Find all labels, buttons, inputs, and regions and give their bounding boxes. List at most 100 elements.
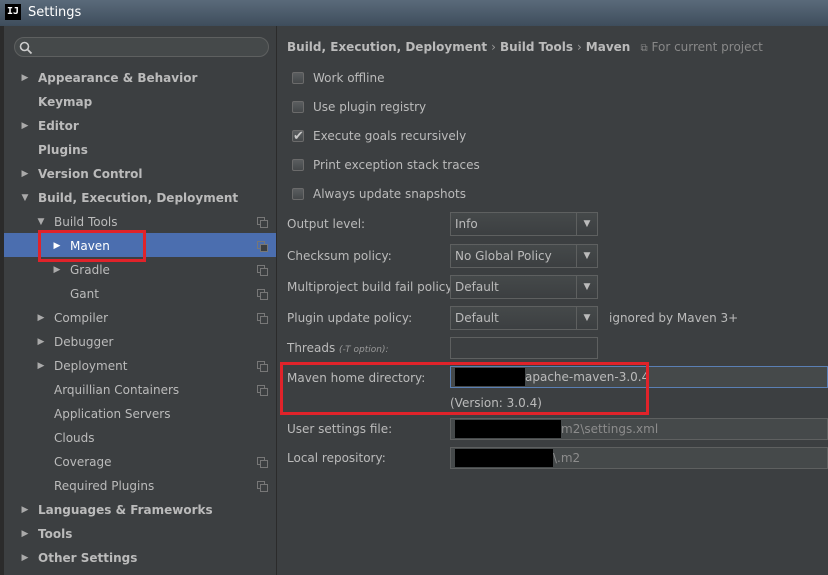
breadcrumb-separator: › bbox=[491, 40, 496, 54]
tree-item-required-plugins[interactable]: Required Plugins bbox=[36, 474, 270, 498]
checkbox-box[interactable]: ✔ bbox=[292, 129, 304, 144]
tree-item-application-servers[interactable]: Application Servers bbox=[36, 402, 270, 426]
chevron-down-icon[interactable]: ▼ bbox=[576, 307, 597, 329]
tree-item-label: Gant bbox=[70, 287, 99, 301]
tree-item-debugger[interactable]: ▶ Debugger bbox=[36, 330, 270, 354]
project-scope-icon bbox=[257, 457, 268, 468]
threads-label-text: Threads bbox=[287, 341, 336, 355]
expand-arrow-icon[interactable]: ▶ bbox=[36, 354, 46, 378]
expand-arrow-icon[interactable]: ▶ bbox=[52, 258, 62, 282]
checkbox-label: Work offline bbox=[313, 71, 385, 85]
tree-item-label: Gradle bbox=[70, 263, 110, 277]
output-level-dropdown[interactable]: Info ▼ bbox=[450, 212, 598, 236]
tree-item-languages-frameworks[interactable]: ▶ Languages & Frameworks bbox=[20, 498, 270, 522]
breadcrumb: Build, Execution, Deployment › Build Tools… bbox=[287, 40, 763, 54]
tree-item-gant[interactable]: Gant bbox=[52, 282, 270, 306]
checksum-policy-dropdown[interactable]: No Global Policy ▼ bbox=[450, 244, 598, 268]
window-title: Settings bbox=[28, 5, 82, 20]
chevron-down-icon[interactable]: ▼ bbox=[576, 245, 597, 267]
expand-arrow-icon[interactable]: ▶ bbox=[20, 162, 30, 186]
expand-arrow-icon[interactable]: ▶ bbox=[36, 306, 46, 330]
breadcrumb-item: Maven bbox=[585, 40, 631, 54]
intellij-app-icon: IJ bbox=[5, 4, 21, 20]
checkbox-label: Execute goals recursively bbox=[313, 129, 467, 143]
user-settings-input[interactable]: m2\settings.xml bbox=[450, 418, 828, 440]
current-project-scope: ⧉ For current project bbox=[641, 40, 763, 54]
tree-item-label: Coverage bbox=[54, 455, 112, 469]
collapse-arrow-icon[interactable]: ▼ bbox=[20, 186, 30, 210]
tree-item-gradle[interactable]: ▶ Gradle bbox=[52, 258, 270, 282]
highlight-box-maven-home bbox=[280, 362, 649, 415]
checkbox-box[interactable] bbox=[292, 159, 304, 171]
project-scope-icon: ⧉ bbox=[640, 43, 648, 54]
pane-divider[interactable] bbox=[276, 26, 277, 575]
project-scope-icon bbox=[257, 385, 268, 396]
project-scope-icon bbox=[257, 265, 268, 276]
tree-item-label: Other Settings bbox=[38, 551, 138, 565]
chevron-down-icon[interactable]: ▼ bbox=[576, 276, 597, 298]
title-bar: IJ Settings bbox=[0, 0, 828, 26]
project-scope-icon bbox=[257, 361, 268, 372]
plugin-update-policy-label: Plugin update policy: bbox=[287, 311, 413, 325]
tree-item-label: Application Servers bbox=[54, 407, 171, 421]
checkbox-label: Always update snapshots bbox=[313, 187, 466, 201]
tree-item-label: Deployment bbox=[54, 359, 128, 373]
expand-arrow-icon[interactable]: ▶ bbox=[20, 522, 30, 546]
dropdown-value: Default bbox=[455, 311, 499, 325]
plugin-update-policy-dropdown[interactable]: Default ▼ bbox=[450, 306, 598, 330]
tree-item-clouds[interactable]: Clouds bbox=[36, 426, 270, 450]
tree-item-label: Debugger bbox=[54, 335, 114, 349]
tree-item-label: Appearance & Behavior bbox=[38, 71, 198, 85]
expand-arrow-icon[interactable]: ▶ bbox=[36, 330, 46, 354]
tree-item-label: Editor bbox=[38, 119, 79, 133]
tree-item-deployment[interactable]: ▶ Deployment bbox=[36, 354, 270, 378]
user-settings-value: m2\settings.xml bbox=[561, 422, 659, 436]
tree-item-version-control[interactable]: ▶ Version Control bbox=[20, 162, 270, 186]
tree-item-tools[interactable]: ▶ Tools bbox=[20, 522, 270, 546]
search-icon bbox=[19, 41, 33, 55]
tree-item-plugins[interactable]: Plugins bbox=[20, 138, 270, 162]
checkbox-box[interactable] bbox=[292, 72, 304, 84]
tree-item-arquillian-containers[interactable]: Arquillian Containers bbox=[36, 378, 270, 402]
local-repository-label: Local repository: bbox=[287, 451, 386, 465]
local-repository-input[interactable]: \.m2 bbox=[450, 447, 828, 469]
checkbox-box[interactable] bbox=[292, 188, 304, 200]
tree-item-other-settings[interactable]: ▶ Other Settings bbox=[20, 546, 270, 570]
expand-arrow-icon[interactable]: ▶ bbox=[20, 114, 30, 138]
tree-item-coverage[interactable]: Coverage bbox=[36, 450, 270, 474]
expand-arrow-icon[interactable]: ▶ bbox=[20, 546, 30, 570]
expand-arrow-icon[interactable]: ▶ bbox=[20, 66, 30, 90]
checkmark-icon: ✔ bbox=[293, 129, 304, 144]
dropdown-value: Info bbox=[455, 217, 478, 231]
tree-item-label: Build, Execution, Deployment bbox=[38, 191, 239, 205]
tree-item-label: Languages & Frameworks bbox=[38, 503, 213, 517]
chevron-down-icon[interactable]: ▼ bbox=[576, 213, 597, 235]
tree-item-compiler[interactable]: ▶ Compiler bbox=[36, 306, 270, 330]
threads-input[interactable] bbox=[450, 337, 598, 359]
expand-arrow-icon[interactable]: ▶ bbox=[20, 498, 30, 522]
tree-item-label: Compiler bbox=[54, 311, 109, 325]
search-input[interactable] bbox=[14, 37, 269, 57]
tree-item-editor[interactable]: ▶ Editor bbox=[20, 114, 270, 138]
tree-item-build-execution-deployment[interactable]: ▼ Build, Execution, Deployment bbox=[20, 186, 270, 210]
tree-item-appearance[interactable]: ▶ Appearance & Behavior bbox=[20, 66, 270, 90]
tree-item-label: Clouds bbox=[54, 431, 95, 445]
tree-item-label: Tools bbox=[38, 527, 73, 541]
output-level-label: Output level: bbox=[287, 217, 366, 231]
checkbox-label: Print exception stack traces bbox=[313, 158, 480, 172]
plugin-update-policy-note: ignored by Maven 3+ bbox=[609, 311, 739, 325]
user-settings-label: User settings file: bbox=[287, 422, 393, 436]
tree-item-label: Plugins bbox=[38, 143, 88, 157]
multiproject-fail-policy-label: Multiproject build fail policy: bbox=[287, 280, 456, 294]
tree-item-label: Version Control bbox=[38, 167, 143, 181]
breadcrumb-separator: › bbox=[576, 40, 582, 54]
redacted-text bbox=[455, 449, 553, 467]
tree-item-keymap[interactable]: Keymap bbox=[20, 90, 270, 114]
project-scope-icon bbox=[257, 313, 268, 324]
checkbox-label: Use plugin registry bbox=[313, 100, 427, 114]
project-scope-icon bbox=[257, 241, 268, 252]
checkbox-box[interactable] bbox=[292, 101, 304, 113]
threads-label: Threads (-T option): bbox=[287, 341, 389, 355]
tree-item-label: Required Plugins bbox=[54, 479, 155, 493]
multiproject-fail-policy-dropdown[interactable]: Default ▼ bbox=[450, 275, 598, 299]
